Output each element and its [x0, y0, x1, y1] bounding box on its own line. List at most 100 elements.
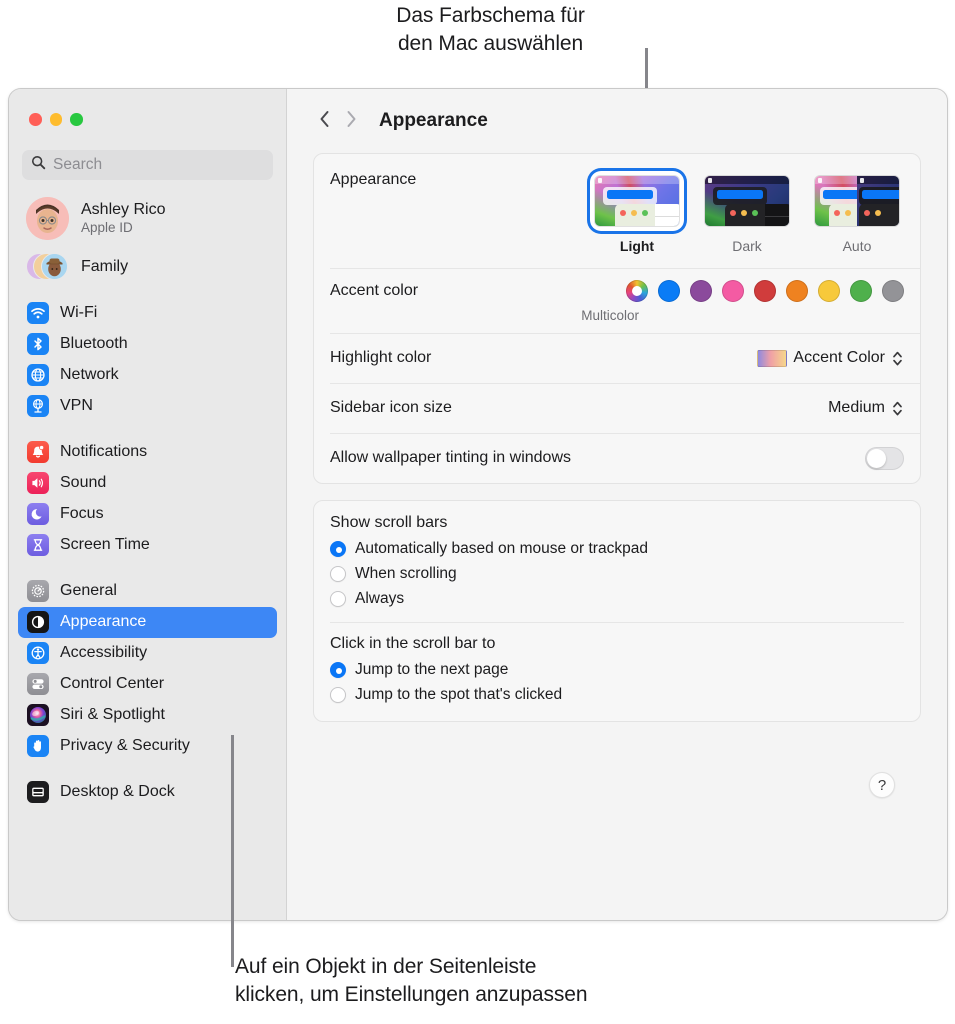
- control-center-icon: [27, 673, 49, 695]
- accent-swatch-graphite[interactable]: [882, 280, 904, 302]
- account-row[interactable]: Ashley Rico Apple ID: [26, 196, 286, 242]
- radio-button[interactable]: [330, 565, 346, 582]
- sidebar-item-appearance[interactable]: Appearance: [18, 606, 277, 638]
- sidebar-item-label: Control Center: [60, 675, 165, 692]
- radio-button[interactable]: [330, 661, 346, 678]
- section-divider: [330, 622, 904, 623]
- accent-swatch-green[interactable]: [850, 280, 872, 302]
- sidebar-icon-size-popup[interactable]: Medium: [828, 397, 904, 419]
- sidebar-item-label: Network: [60, 366, 119, 383]
- sidebar-item-label: Sound: [60, 474, 107, 491]
- radio-click-spot[interactable]: Jump to the spot that's clicked: [330, 682, 904, 707]
- sidebar-item-network[interactable]: Network: [18, 360, 277, 391]
- bluetooth-icon: [27, 333, 49, 355]
- appearance-label: Appearance: [330, 171, 417, 188]
- callout-bottom-text: Auf ein Objekt in der Seitenleiste klick…: [235, 955, 588, 1006]
- desktop-dock-icon: [27, 781, 49, 803]
- radio-label: Jump to the spot that's clicked: [355, 685, 563, 703]
- family-label: Family: [81, 257, 129, 275]
- sidebar-item-label: General: [60, 582, 117, 599]
- sidebar-item-desktop-dock[interactable]: Desktop & Dock: [18, 777, 277, 808]
- search-field[interactable]: [22, 149, 273, 180]
- sidebar-item-focus[interactable]: Focus: [18, 499, 277, 530]
- sidebar-item-control-center[interactable]: Control Center: [18, 669, 277, 700]
- window-controls: [9, 89, 286, 126]
- radio-button[interactable]: [330, 540, 346, 557]
- vpn-icon: [27, 395, 49, 417]
- sidebar-item-privacy-security[interactable]: Privacy & Security: [18, 731, 277, 762]
- radio-label: When scrolling: [355, 564, 457, 582]
- search-icon: [31, 155, 46, 175]
- theme-thumbnail-auto: [814, 175, 900, 227]
- sidebar-item-label: Desktop & Dock: [60, 783, 175, 800]
- sidebar-item-label: VPN: [60, 397, 93, 414]
- highlight-color-label: Highlight color: [330, 349, 432, 366]
- radio-button[interactable]: [330, 686, 346, 703]
- sidebar-item-bluetooth[interactable]: Bluetooth: [18, 329, 277, 360]
- sidebar-group-desktop: Desktop & Dock: [9, 777, 286, 808]
- sidebar-item-notifications[interactable]: Notifications: [18, 437, 277, 468]
- screenshot-root: Das Farbschema für den Mac auswählen Sea…: [0, 0, 955, 1024]
- accent-swatch-pink[interactable]: [722, 280, 744, 302]
- hourglass-icon: [27, 534, 49, 556]
- theme-option-light[interactable]: Light: [590, 171, 684, 254]
- sidebar-group-system: Notifications Sound Focus Screen Time: [9, 437, 286, 561]
- radio-scrollbars-always[interactable]: Always: [330, 586, 904, 611]
- chevron-left-icon[interactable]: [319, 110, 330, 132]
- radio-label: Automatically based on mouse or trackpad: [355, 539, 648, 557]
- theme-option-dark[interactable]: Dark: [700, 171, 794, 254]
- wallpaper-tinting-label: Allow wallpaper tinting in windows: [330, 449, 572, 466]
- account-name: Ashley Rico: [81, 200, 166, 218]
- accent-swatch-orange[interactable]: [786, 280, 808, 302]
- sidebar-item-label: Notifications: [60, 443, 148, 460]
- sidebar-group-network: Wi-Fi Bluetooth Network VPN: [9, 298, 286, 422]
- page-title: Appearance: [379, 110, 488, 131]
- family-row[interactable]: Family: [26, 248, 286, 286]
- accent-swatch-blue[interactable]: [658, 280, 680, 302]
- sidebar-group-general: General Appearance Accessibility Control…: [9, 576, 286, 762]
- accent-swatch-yellow[interactable]: [818, 280, 840, 302]
- click-scroll-bar-title: Click in the scroll bar to: [330, 635, 496, 652]
- theme-option-auto[interactable]: Auto: [810, 171, 904, 254]
- highlight-color-row: Highlight color Accent Color: [314, 333, 920, 383]
- highlight-color-swatch: [757, 349, 788, 367]
- radio-scrollbars-auto[interactable]: Automatically based on mouse or trackpad: [330, 536, 904, 561]
- detail-pane: Appearance Appearance Light Dark Auto Ac…: [287, 89, 947, 920]
- highlight-color-value: Accent Color: [793, 349, 885, 366]
- help-icon[interactable]: ?: [869, 772, 895, 798]
- sidebar-icon-size-value: Medium: [828, 399, 885, 416]
- sidebar-item-general[interactable]: General: [18, 576, 277, 607]
- sidebar: Ashley Rico Apple ID: [9, 89, 287, 920]
- sidebar-item-label: Siri & Spotlight: [60, 706, 165, 723]
- highlight-color-popup[interactable]: Accent Color: [757, 347, 904, 369]
- search-input[interactable]: [53, 155, 264, 174]
- radio-click-next-page[interactable]: Jump to the next page: [330, 657, 904, 682]
- sidebar-item-accessibility[interactable]: Accessibility: [18, 638, 277, 669]
- accent-color-caption: Multicolor: [581, 308, 639, 323]
- accent-color-label: Accent color: [330, 282, 419, 299]
- radio-button[interactable]: [330, 590, 346, 607]
- accent-swatch-red[interactable]: [754, 280, 776, 302]
- zoom-button[interactable]: [70, 113, 83, 126]
- sidebar-item-vpn[interactable]: VPN: [18, 391, 277, 422]
- accent-swatch-multicolor[interactable]: [626, 280, 648, 302]
- wallpaper-tinting-toggle[interactable]: [865, 446, 904, 470]
- sidebar-item-wifi[interactable]: Wi-Fi: [18, 298, 277, 329]
- scroll-bars-card: Show scroll bars Automatically based on …: [313, 500, 921, 722]
- accent-color-row: Accent color Multicolor: [314, 268, 920, 333]
- sidebar-item-screen-time[interactable]: Screen Time: [18, 530, 277, 561]
- hand-icon: [27, 735, 49, 757]
- theme-label: Light: [619, 238, 655, 254]
- chevron-updown-icon: [891, 347, 904, 369]
- sidebar-item-siri-spotlight[interactable]: Siri & Spotlight: [18, 700, 277, 731]
- toolbar: Appearance: [313, 89, 921, 153]
- radio-scrollbars-when-scrolling[interactable]: When scrolling: [330, 561, 904, 586]
- chevron-right-icon[interactable]: [346, 110, 357, 132]
- sidebar-item-sound[interactable]: Sound: [18, 468, 277, 499]
- minimize-button[interactable]: [49, 113, 62, 126]
- theme-label: Auto: [842, 238, 872, 254]
- help-area: ?: [313, 738, 921, 798]
- accent-swatch-purple[interactable]: [690, 280, 712, 302]
- chevron-updown-icon: [891, 397, 904, 419]
- close-button[interactable]: [29, 113, 42, 126]
